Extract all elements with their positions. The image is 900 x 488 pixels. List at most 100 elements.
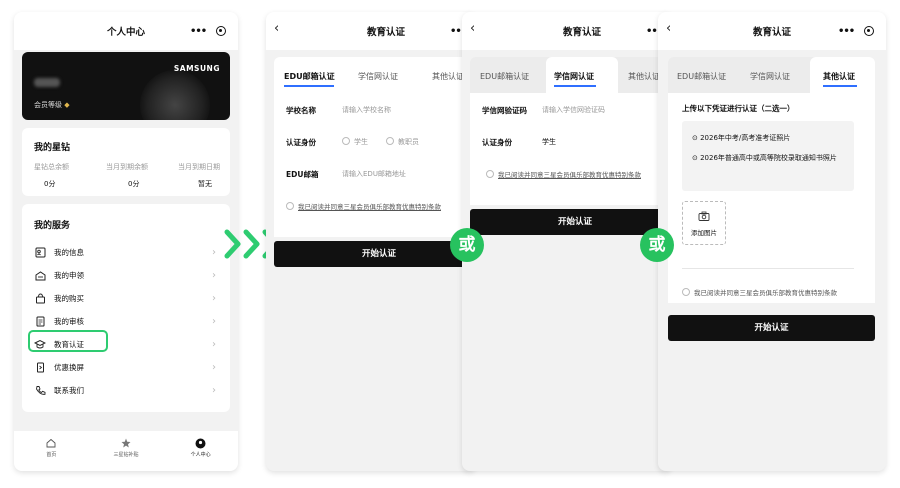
close-mini-program-icon[interactable] <box>864 26 874 36</box>
option-label: 教职员 <box>398 138 419 146</box>
tab-personal-center[interactable]: 个人中心 <box>163 431 238 471</box>
bottom-tab-bar: 首页 三星钻补贴 个人中心 <box>14 431 238 471</box>
school-input[interactable]: 请输入学校名称 <box>342 105 391 115</box>
balance-label: 星钻总余额 <box>34 163 69 171</box>
star-icon <box>121 438 131 448</box>
start-verify-button[interactable]: 开始认证 <box>274 241 476 267</box>
or-badge-1: 或 <box>450 228 484 262</box>
chevron-right-icon: › <box>212 384 216 396</box>
nav-bar: 个人中心 ••• <box>14 12 238 50</box>
tab-other[interactable]: 其他认证 <box>432 71 464 82</box>
tab-edu-email[interactable]: EDU邮箱认证 <box>677 71 726 82</box>
capsule-menu[interactable]: ••• <box>834 23 878 39</box>
month-expire-date-label: 当月到期日期 <box>178 163 220 171</box>
camera-icon <box>698 211 710 221</box>
services-card: 我的服务 我的信息 › 我的申领 › 我的购买 › 我的审核 › 教育认证 › … <box>22 204 230 412</box>
service-label: 我的购买 <box>54 293 84 303</box>
start-verify-button[interactable]: 开始认证 <box>470 209 672 235</box>
agree-checkbox[interactable] <box>682 288 690 296</box>
agreement-link[interactable]: 我已阅读并同意三星会员俱乐部教育优惠特别条款 <box>298 203 441 211</box>
page-title: 教育认证 <box>366 27 405 38</box>
chsi-code-input[interactable]: 请输入学信网验证码 <box>542 105 605 115</box>
chsi-form: 学信网验证码 请输入学信网验证码 认证身份 学生 我已阅读并同意三星会员俱乐部教… <box>470 93 672 205</box>
member-level: 会员等级 ◆ <box>34 100 70 110</box>
home-icon <box>46 438 56 448</box>
tab-chsi[interactable]: 学信网认证 <box>554 71 594 82</box>
verify-tabs: EDU邮箱认证 学信网认证 其他认证 <box>274 57 476 93</box>
email-input[interactable]: 请输入EDU邮箱地址 <box>342 169 406 179</box>
service-item-contact-us[interactable]: 联系我们 › <box>34 381 230 399</box>
agree-checkbox[interactable] <box>286 202 294 210</box>
close-mini-program-icon[interactable] <box>216 26 226 36</box>
tab-star-subsidy[interactable]: 三星钻补贴 <box>89 431 164 471</box>
verify-tabs: EDU邮箱认证 学信网认证 其他认证 <box>470 57 672 93</box>
month-expire-date-value: 暂无 <box>198 180 212 188</box>
balance-value: 0分 <box>44 180 56 188</box>
nav-bar: ‹ 教育认证 ••• <box>462 12 672 50</box>
service-item-my-purchases[interactable]: 我的购买 › <box>34 289 230 307</box>
active-tab-underline <box>284 85 334 87</box>
tab-label: 首页 <box>46 452 57 458</box>
agreement-text[interactable]: 我已阅读并同意三星会员俱乐部教育优惠特别条款 <box>694 289 837 297</box>
chevron-right-icon: › <box>212 292 216 304</box>
nav-bar: ‹ 教育认证 ••• <box>266 12 476 50</box>
services-title: 我的服务 <box>34 221 71 231</box>
agreement-row[interactable]: 我已阅读并同意三星会员俱乐部教育优惠特别条款 <box>286 201 441 211</box>
other-form: 上传以下凭证进行认证（二选一） ⊙ 2026年中考/高考准考证照片 ⊙ 2026… <box>668 93 875 303</box>
identity-row: 认证身份 学生 <box>482 137 556 148</box>
chsi-code-row: 学信网验证码 请输入学信网验证码 <box>482 105 605 116</box>
month-expire-balance-label: 当月到期余额 <box>106 163 148 171</box>
active-tab-underline <box>823 85 857 87</box>
tab-other[interactable]: 其他认证 <box>823 71 855 82</box>
service-item-my-claims[interactable]: 我的申领 › <box>34 266 230 284</box>
agreement-row[interactable]: 我已阅读并同意三星会员俱乐部教育优惠特别条款 <box>682 287 837 297</box>
credential-options-box: ⊙ 2026年中考/高考准考证照片 ⊙ 2026年普通高中或高等院校录取通知书照… <box>682 121 854 191</box>
tab-home[interactable]: 首页 <box>14 431 89 471</box>
credential-option-2: ⊙ 2026年普通高中或高等院校录取通知书照片 <box>692 151 852 166</box>
add-photo-label: 添加图片 <box>691 229 717 237</box>
or-badge-2: 或 <box>640 228 674 262</box>
month-expire-balance-value: 0分 <box>128 180 140 188</box>
upload-heading: 上传以下凭证进行认证（二选一） <box>682 104 795 113</box>
divider <box>682 268 854 269</box>
identity-student-radio[interactable]: 学生 <box>342 137 368 147</box>
agreement-row[interactable]: 我已阅读并同意三星会员俱乐部教育优惠特别条款 <box>486 169 641 179</box>
option-text: 2026年普通高中或高等院校录取通知书照片 <box>700 154 837 162</box>
add-photo-button[interactable]: 添加图片 <box>682 201 726 245</box>
diamond-icon: ◆ <box>64 101 70 109</box>
circle-icon: ⊙ <box>692 134 701 142</box>
agree-checkbox[interactable] <box>486 170 494 178</box>
avatar <box>34 78 60 87</box>
service-item-my-reviews[interactable]: 我的审核 › <box>34 312 230 330</box>
page-title: 教育认证 <box>562 27 601 38</box>
service-label: 联系我们 <box>54 385 84 395</box>
service-label: 优惠换屏 <box>54 362 84 372</box>
capsule-menu[interactable]: ••• <box>186 23 230 39</box>
tab-chsi[interactable]: 学信网认证 <box>358 71 398 82</box>
bag-icon <box>34 292 46 304</box>
identity-staff-radio[interactable]: 教职员 <box>386 137 419 147</box>
member-card[interactable]: SAMSUNG 会员等级 ◆ <box>22 52 230 120</box>
service-item-screen-exchange[interactable]: 优惠换屏 › <box>34 358 230 376</box>
chevron-right-icon: › <box>212 315 216 327</box>
edu-email-form: 学校名称 请输入学校名称 认证身份 学生 教职员 EDU邮箱 请输入EDU邮箱地… <box>274 93 476 237</box>
more-icon[interactable]: ••• <box>838 26 855 37</box>
chevron-right-icon: › <box>212 246 216 258</box>
option-text: 2026年中考/高考准考证照片 <box>700 134 791 142</box>
circle-icon: ⊙ <box>692 154 701 162</box>
tab-edu-email[interactable]: EDU邮箱认证 <box>284 71 335 82</box>
service-label: 我的审核 <box>54 316 84 326</box>
star-diamond-title: 我的星钻 <box>34 143 71 153</box>
nav-bar: ‹ 教育认证 ••• <box>658 12 886 50</box>
service-item-my-info[interactable]: 我的信息 › <box>34 243 230 261</box>
more-icon[interactable]: ••• <box>190 26 207 37</box>
tab-chsi[interactable]: 学信网认证 <box>750 71 790 82</box>
document-icon <box>34 315 46 327</box>
chevron-right-icon: › <box>212 361 216 373</box>
agreement-link[interactable]: 我已阅读并同意三星会员俱乐部教育优惠特别条款 <box>498 171 641 179</box>
tab-other[interactable]: 其他认证 <box>628 71 660 82</box>
start-verify-button[interactable]: 开始认证 <box>668 315 875 341</box>
active-tab-underline <box>554 85 596 87</box>
tab-edu-email[interactable]: EDU邮箱认证 <box>480 71 529 82</box>
identity-label: 认证身份 <box>482 138 512 147</box>
